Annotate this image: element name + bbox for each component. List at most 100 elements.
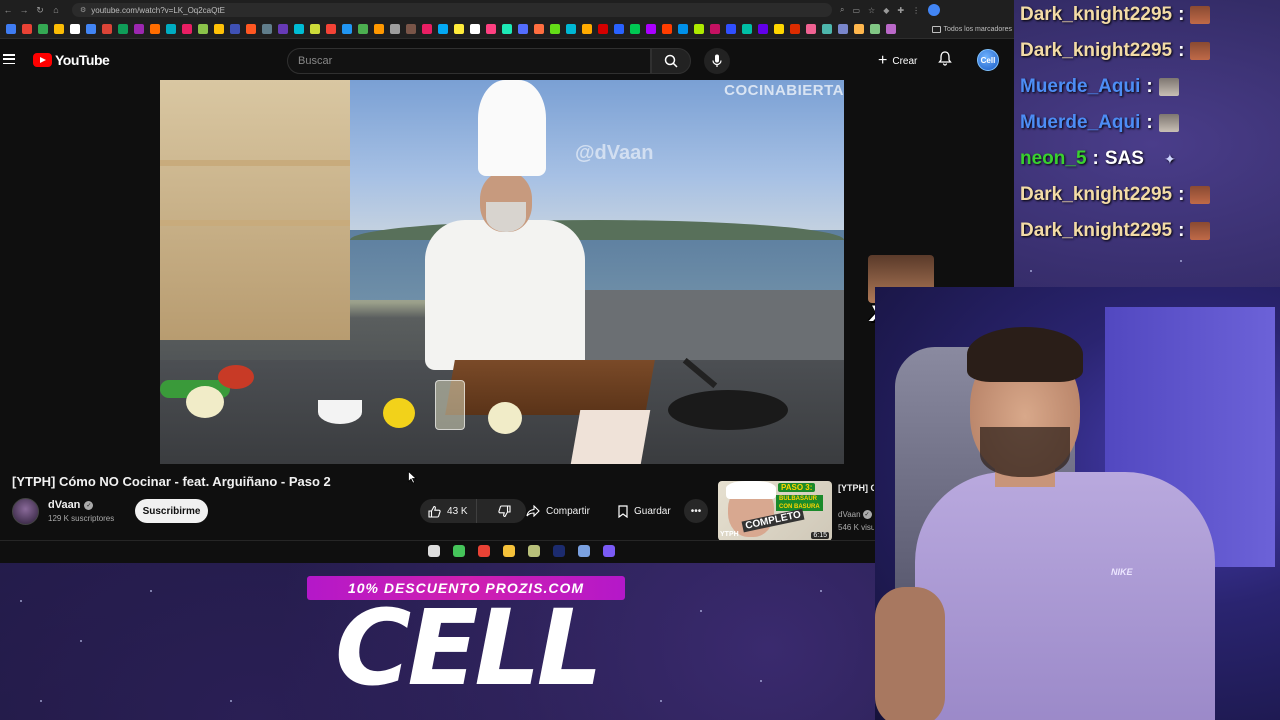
like-dislike-group: 43 K xyxy=(420,499,526,523)
extension-icon[interactable]: ◆ xyxy=(883,6,889,15)
taskbar-app-icon[interactable] xyxy=(578,545,590,557)
bookmark-icon[interactable] xyxy=(182,24,192,34)
bookmark-star-icon[interactable]: ☆ xyxy=(868,6,875,15)
bookmark-icon[interactable] xyxy=(726,24,736,34)
bookmark-icon[interactable] xyxy=(870,24,880,34)
recommended-video-thumbnail[interactable]: PASO 3: BULBASAUR CON BASURA COMPLETO YTP… xyxy=(718,481,832,541)
recommended-video-title[interactable]: [YTPH] Cómo NO Cocinar - feat. Arguiñano xyxy=(838,482,874,495)
bookmark-icon[interactable] xyxy=(742,24,752,34)
notifications-bell-icon[interactable] xyxy=(938,51,952,71)
bookmark-icon[interactable] xyxy=(134,24,144,34)
recommended-channel[interactable]: dVaan ✓ xyxy=(838,510,872,519)
share-button[interactable]: Compartir xyxy=(516,499,600,523)
bookmark-icon[interactable] xyxy=(806,24,816,34)
taskbar-app-icon[interactable] xyxy=(553,545,565,557)
bookmark-icon[interactable] xyxy=(694,24,704,34)
bookmark-icon[interactable] xyxy=(246,24,256,34)
bookmark-icon[interactable] xyxy=(294,24,304,34)
bookmark-icon[interactable] xyxy=(358,24,368,34)
taskbar-app-icon[interactable] xyxy=(603,545,615,557)
bookmark-icon[interactable] xyxy=(566,24,576,34)
bookmark-icon[interactable] xyxy=(6,24,16,34)
bookmark-icon[interactable] xyxy=(662,24,672,34)
bookmark-icon[interactable] xyxy=(582,24,592,34)
cast-icon[interactable]: ▭ xyxy=(852,6,860,15)
bookmark-icon[interactable] xyxy=(534,24,544,34)
hamburger-menu-icon[interactable] xyxy=(3,54,15,64)
channel-name[interactable]: dVaan ✓ xyxy=(48,499,94,511)
zoom-icon[interactable]: ⌕ xyxy=(840,5,844,15)
voice-search-button[interactable] xyxy=(704,48,730,74)
reload-icon[interactable]: ↻ xyxy=(32,5,48,16)
bookmark-icon[interactable] xyxy=(614,24,624,34)
bookmark-icon[interactable] xyxy=(166,24,176,34)
search-button[interactable] xyxy=(651,48,691,74)
bookmark-icon[interactable] xyxy=(790,24,800,34)
channel-avatar[interactable] xyxy=(12,498,39,525)
video-scene-shelf xyxy=(160,160,350,166)
taskbar-app-icon[interactable] xyxy=(503,545,515,557)
bookmark-icon[interactable] xyxy=(310,24,320,34)
bookmark-icon[interactable] xyxy=(54,24,64,34)
bookmark-icon[interactable] xyxy=(518,24,528,34)
bookmark-icon[interactable] xyxy=(710,24,720,34)
taskbar-app-icon[interactable] xyxy=(453,545,465,557)
bookmark-icon[interactable] xyxy=(262,24,272,34)
bookmark-icon[interactable] xyxy=(550,24,560,34)
taskbar-app-icon[interactable] xyxy=(478,545,490,557)
bookmark-icon[interactable] xyxy=(502,24,512,34)
extensions-puzzle-icon[interactable]: ✚ xyxy=(897,6,904,15)
bookmark-icon[interactable] xyxy=(438,24,448,34)
bookmark-icon[interactable] xyxy=(22,24,32,34)
menu-dots-icon[interactable]: ⋮ xyxy=(912,6,920,15)
bookmark-icon[interactable] xyxy=(678,24,688,34)
more-actions-button[interactable]: ••• xyxy=(684,499,708,523)
bookmark-icon[interactable] xyxy=(406,24,416,34)
taskbar-app-icon[interactable] xyxy=(428,545,440,557)
bookmark-icon[interactable] xyxy=(70,24,80,34)
bookmark-icon[interactable] xyxy=(150,24,160,34)
bookmark-icon[interactable] xyxy=(86,24,96,34)
bookmark-icon[interactable] xyxy=(646,24,656,34)
profile-avatar[interactable] xyxy=(928,4,941,16)
back-icon[interactable]: ← xyxy=(0,5,16,15)
bookmark-icon[interactable] xyxy=(486,24,496,34)
create-button[interactable]: + Crear xyxy=(872,49,923,73)
site-info-icon[interactable]: ⚙ xyxy=(80,6,86,14)
all-bookmarks-folder[interactable]: Todos los marcadores xyxy=(931,25,1014,33)
bookmark-icon[interactable] xyxy=(118,24,128,34)
bookmark-icon[interactable] xyxy=(374,24,384,34)
bookmark-icon[interactable] xyxy=(822,24,832,34)
taskbar-app-icon[interactable] xyxy=(528,545,540,557)
bookmark-icon[interactable] xyxy=(38,24,48,34)
bookmark-icon[interactable] xyxy=(886,24,896,34)
bookmark-icon[interactable] xyxy=(326,24,336,34)
bookmark-icon[interactable] xyxy=(102,24,112,34)
forward-icon[interactable]: → xyxy=(16,5,32,15)
address-bar[interactable]: ⚙ youtube.com/watch?v=LK_Oq2caQtE xyxy=(72,3,832,17)
bookmark-icon[interactable] xyxy=(390,24,400,34)
bookmark-icon[interactable] xyxy=(630,24,640,34)
bookmark-icon[interactable] xyxy=(838,24,848,34)
bookmark-icon[interactable] xyxy=(470,24,480,34)
youtube-logo[interactable]: YouTube xyxy=(33,52,110,68)
bookmark-icon[interactable] xyxy=(422,24,432,34)
bookmark-icon[interactable] xyxy=(774,24,784,34)
bookmark-icon[interactable] xyxy=(198,24,208,34)
bookmark-icon[interactable] xyxy=(454,24,464,34)
video-player[interactable]: @dVaan COCINABIERTA xyxy=(160,80,844,464)
subscribe-button[interactable]: Suscribirme xyxy=(135,499,208,523)
home-icon[interactable]: ⌂ xyxy=(48,5,64,15)
folder-icon xyxy=(931,25,941,33)
account-avatar[interactable]: Cell xyxy=(977,49,999,71)
bookmark-icon[interactable] xyxy=(758,24,768,34)
bookmark-icon[interactable] xyxy=(214,24,224,34)
save-button[interactable]: Guardar xyxy=(608,499,684,523)
bookmark-icon[interactable] xyxy=(278,24,288,34)
bookmark-icon[interactable] xyxy=(598,24,608,34)
bookmark-icon[interactable] xyxy=(854,24,864,34)
bookmark-icon[interactable] xyxy=(342,24,352,34)
like-button[interactable]: 43 K xyxy=(420,499,477,523)
search-input[interactable] xyxy=(298,55,650,67)
bookmark-icon[interactable] xyxy=(230,24,240,34)
